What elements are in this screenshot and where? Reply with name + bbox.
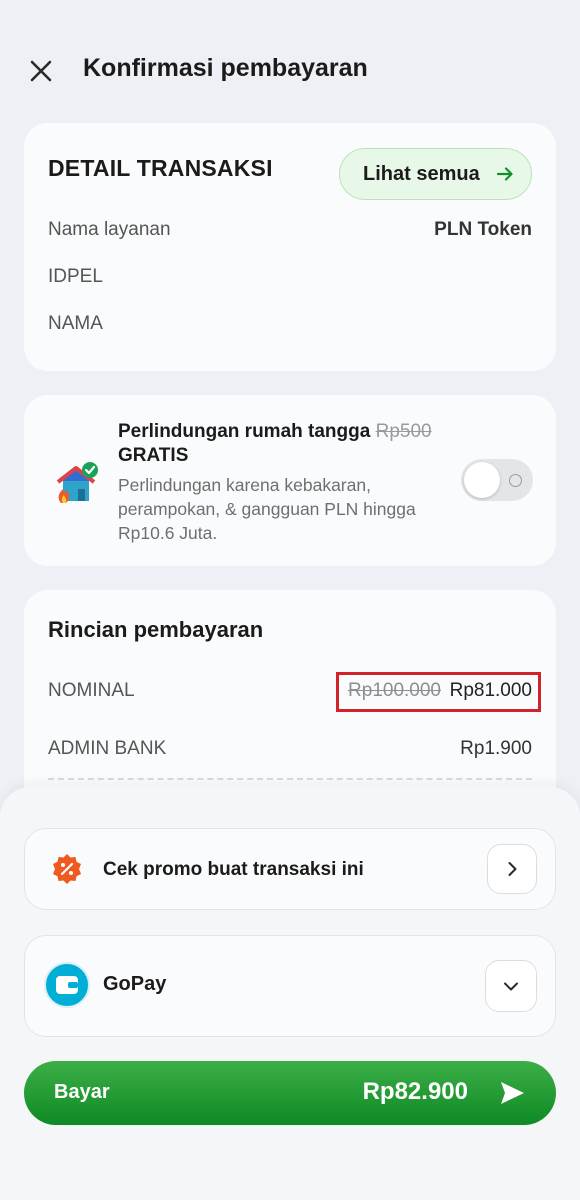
pay-button[interactable]: Bayar Rp82.900 [24,1061,556,1125]
protection-free-label: GRATIS [118,445,189,466]
chevron-down-icon [504,982,518,991]
divider [48,778,532,780]
chevron-right-icon [508,862,517,876]
header: Konfirmasi pembayaran [0,44,580,96]
toggle-knob [464,462,500,498]
nominal-old-price: Rp100.000 [348,680,441,701]
see-all-button[interactable]: Lihat semua [339,148,532,200]
send-icon [501,1082,524,1104]
detail-heading: DETAIL TRANSAKSI [48,155,273,181]
bottom-sheet: Cek promo buat transaksi ini GoPay Bayar… [0,787,580,1200]
arrow-right-icon [496,167,513,181]
gopay-wallet-icon [44,962,90,1008]
payment-method-label: GoPay [103,973,167,995]
protection-title: Perlindungan rumah tangga Rp500 GRATIS [118,420,458,468]
payment-breakdown-card: Rincian pembayaran NOMINAL Rp100.000 Rp8… [24,590,556,820]
house-protection-icon [56,462,98,503]
service-name-value: PLN Token [434,219,532,240]
toggle-off-indicator [509,474,522,487]
nominal-new-price: Rp81.000 [449,680,532,701]
admin-fee-label: ADMIN BANK [48,738,167,759]
protection-toggle[interactable] [461,459,533,501]
promo-open-button[interactable] [487,844,537,894]
nominal-label: NOMINAL [48,680,135,701]
promo-percent-icon [53,854,81,884]
service-name-label: Nama layanan [48,219,171,240]
page-title: Konfirmasi pembayaran [83,54,368,82]
protection-title-text: Perlindungan rumah tangga [118,421,371,442]
admin-fee-value: Rp1.900 [460,738,532,759]
payment-method-dropdown[interactable] [485,960,537,1012]
customer-name-label: NAMA [48,313,103,334]
home-protection-card: Perlindungan rumah tangga Rp500 GRATIS P… [24,395,556,566]
breakdown-heading: Rincian pembayaran [48,617,264,642]
promo-label: Cek promo buat transaksi ini [103,859,364,880]
protection-old-price: Rp500 [375,421,432,442]
close-icon[interactable] [26,56,56,86]
pay-amount: Rp82.900 [362,1078,468,1105]
payment-confirmation-page: Konfirmasi pembayaran DETAIL TRANSAKSI L… [0,0,580,1200]
pay-label: Bayar [54,1081,110,1103]
protection-description: Perlindungan karena kebakaran, perampoka… [118,475,416,543]
payment-method-row[interactable]: GoPay [24,935,556,1037]
idpel-label: IDPEL [48,266,103,287]
transaction-detail-card: DETAIL TRANSAKSI Lihat semua Nama layana… [24,123,556,371]
promo-row[interactable]: Cek promo buat transaksi ini [24,828,556,910]
see-all-label: Lihat semua [363,162,480,185]
